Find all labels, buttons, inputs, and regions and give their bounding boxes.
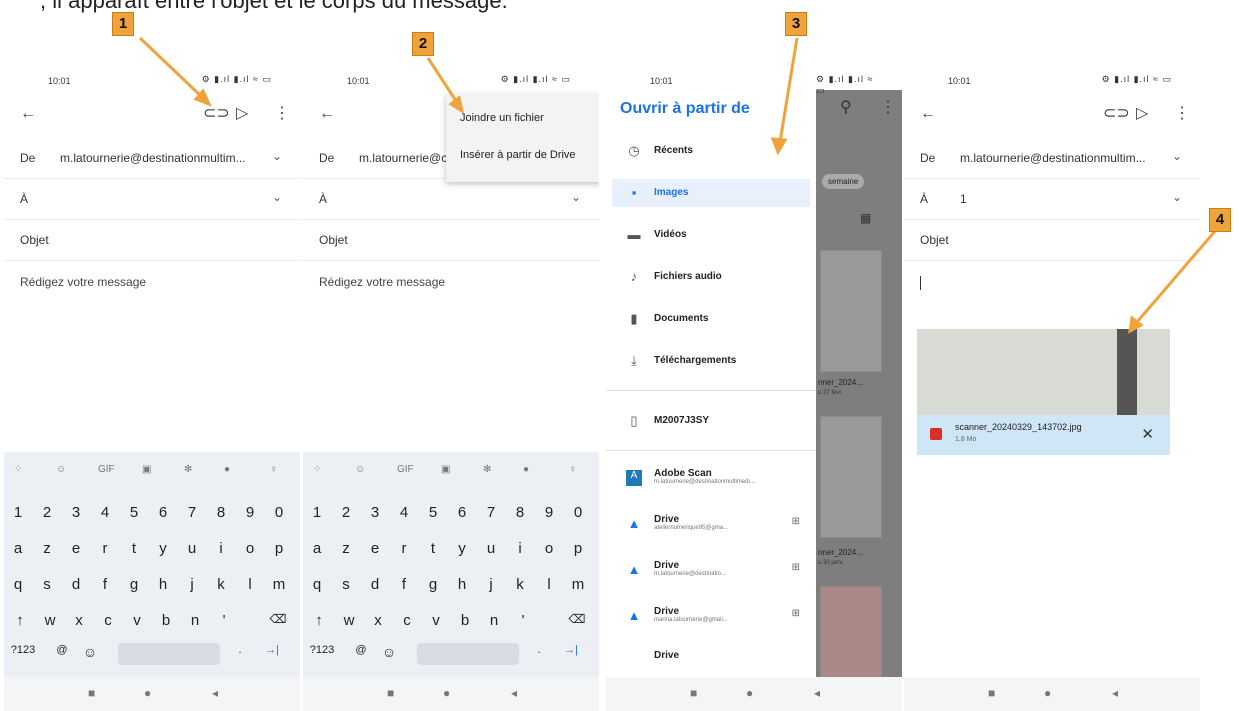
annotation-arrows [138, 36, 1218, 334]
step-marker-4: 4 [1209, 208, 1231, 232]
step-marker-1: 1 [112, 12, 134, 36]
step-marker-3: 3 [785, 12, 807, 36]
step-marker-2: 2 [412, 32, 434, 56]
